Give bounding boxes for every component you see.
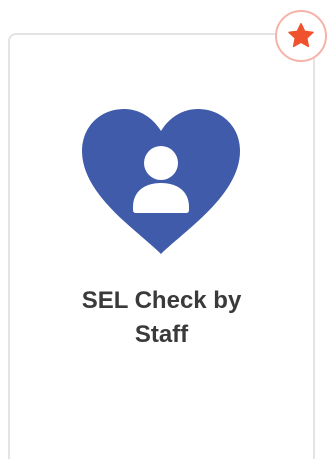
card-title: SEL Check by Staff	[8, 284, 315, 352]
card-title-line-1: SEL Check by	[81, 287, 242, 314]
heart-person-icon	[82, 109, 240, 254]
star-icon	[288, 23, 314, 48]
card-title-line-2: Staff	[134, 321, 189, 348]
favorite-button[interactable]	[275, 10, 327, 62]
stage: SEL Check by Staff	[0, 0, 329, 459]
